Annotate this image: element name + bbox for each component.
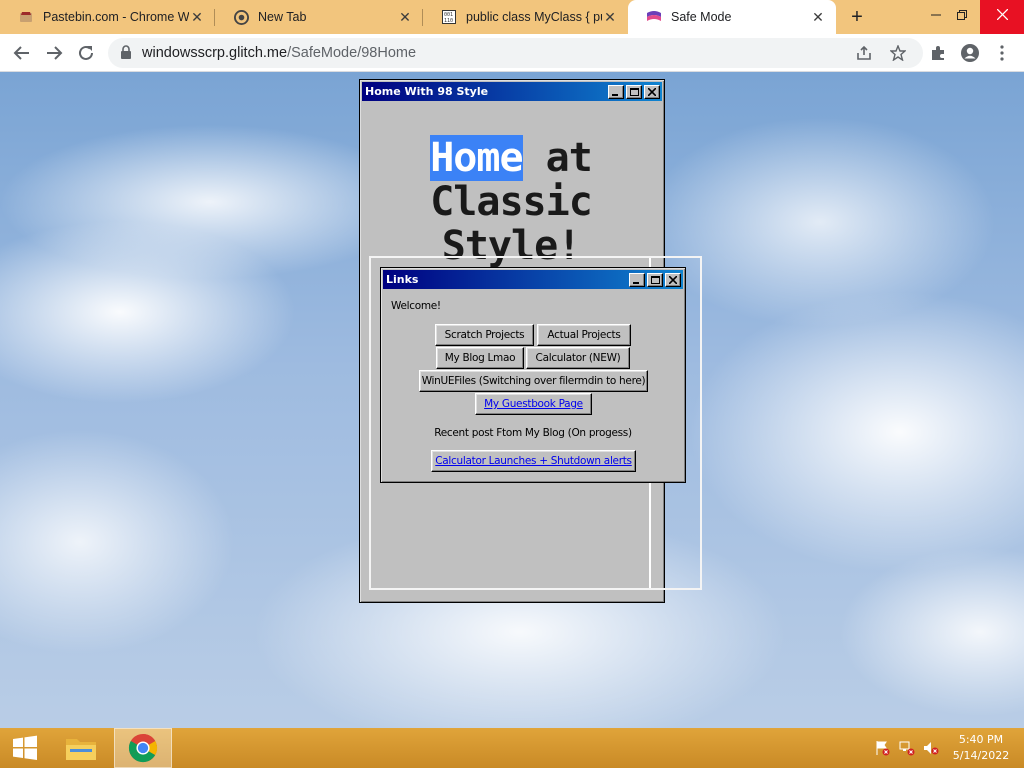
taskbar: 5:40 PM 5/14/2022 [0, 728, 1024, 768]
maximize-icon[interactable] [626, 84, 642, 99]
windows-start-icon[interactable] [0, 728, 50, 768]
maximize-icon[interactable] [647, 272, 663, 287]
new-tab-button[interactable]: + [845, 5, 869, 29]
home-window-titlebar[interactable]: Home With 98 Style [362, 82, 662, 101]
page-background: Home With 98 Style Home at Classic Style… [0, 72, 1024, 728]
tab-strip: Pastebin.com - Chrome Web ✕ New Tab ✕ 00… [0, 0, 1024, 34]
links-window: Links Welcome! Scratch Projects Actual P… [380, 267, 686, 483]
close-tab-icon[interactable]: ✕ [397, 9, 413, 25]
chrome-icon [233, 9, 249, 25]
safemode-icon [646, 9, 662, 25]
profile-avatar-icon[interactable] [956, 39, 984, 67]
url-text[interactable]: windowsscrp.glitch.me/SafeMode/98Home [142, 45, 416, 61]
code-icon: 001 110 [441, 9, 457, 25]
url-host: windowsscrp.glitch.me [142, 45, 288, 61]
winuefiles-button[interactable]: WinUEFiles (Switching over filermdin to … [419, 370, 648, 392]
restore-window-icon[interactable] [946, 0, 978, 34]
file-explorer-icon[interactable] [52, 728, 110, 768]
tab-title: public class MyClass { publ [466, 10, 602, 24]
clock-time: 5:40 PM [958, 733, 1004, 746]
close-tab-icon[interactable]: ✕ [602, 9, 618, 25]
system-clock[interactable]: 5:40 PM 5/14/2022 [946, 732, 1016, 764]
minimize-icon[interactable] [629, 272, 645, 287]
welcome-text: Welcome! [391, 300, 441, 312]
action-center-flag-icon[interactable] [873, 740, 891, 756]
forward-arrow-icon[interactable] [40, 39, 68, 67]
volume-muted-icon[interactable] [922, 740, 940, 756]
links-window-titlebar[interactable]: Links [383, 270, 683, 289]
guestbook-link[interactable]: My Guestbook Page [475, 393, 592, 415]
pastebin-icon [18, 9, 34, 25]
tab-myclass[interactable]: 001 110 public class MyClass { publ ✕ [423, 0, 628, 34]
home-window-title: Home With 98 Style [365, 85, 489, 98]
tab-new-tab[interactable]: New Tab ✕ [215, 0, 423, 34]
close-icon[interactable] [665, 272, 681, 287]
network-icon[interactable] [898, 740, 916, 756]
close-tab-icon[interactable]: ✕ [810, 9, 826, 25]
chrome-taskbar-icon[interactable] [114, 728, 172, 768]
scratch-projects-button[interactable]: Scratch Projects [435, 324, 534, 346]
close-window-icon[interactable] [980, 0, 1024, 34]
tab-title: New Tab [258, 10, 307, 24]
bookmark-star-icon[interactable] [889, 44, 907, 66]
share-icon[interactable] [856, 45, 872, 66]
url-path: /SafeMode/98Home [287, 45, 417, 61]
reload-icon[interactable] [72, 39, 100, 67]
links-window-title: Links [386, 273, 419, 286]
recent-post-link[interactable]: Calculator Launches + Shutdown alerts [431, 450, 636, 472]
actual-projects-button[interactable]: Actual Projects [537, 324, 631, 346]
back-arrow-icon[interactable] [8, 39, 36, 67]
page-heading: Home at Classic Style! [360, 135, 662, 268]
browser-toolbar: windowsscrp.glitch.me/SafeMode/98Home [0, 34, 1024, 72]
extensions-puzzle-icon[interactable] [924, 39, 952, 67]
close-tab-icon[interactable]: ✕ [189, 9, 205, 25]
tab-safe-mode[interactable]: Safe Mode ✕ [628, 0, 836, 34]
calculator-button[interactable]: Calculator (NEW) [526, 347, 630, 369]
clock-date: 5/14/2022 [952, 749, 1010, 762]
lock-icon[interactable] [120, 45, 132, 65]
svg-text:110: 110 [444, 18, 453, 24]
address-bar[interactable]: windowsscrp.glitch.me/SafeMode/98Home [108, 38, 923, 68]
tab-title: Pastebin.com - Chrome Web [43, 10, 189, 24]
tab-pastebin[interactable]: Pastebin.com - Chrome Web ✕ [0, 0, 215, 34]
minimize-icon[interactable] [608, 84, 624, 99]
recent-post-label: Recent post Ftom My Blog (On progess) [434, 427, 632, 439]
heading-highlight: Home [430, 135, 524, 181]
tab-title: Safe Mode [671, 10, 732, 24]
heading-line1: at [522, 135, 593, 181]
menu-kebab-icon[interactable] [988, 39, 1016, 67]
close-icon[interactable] [644, 84, 660, 99]
blog-button[interactable]: My Blog Lmao [436, 347, 524, 369]
